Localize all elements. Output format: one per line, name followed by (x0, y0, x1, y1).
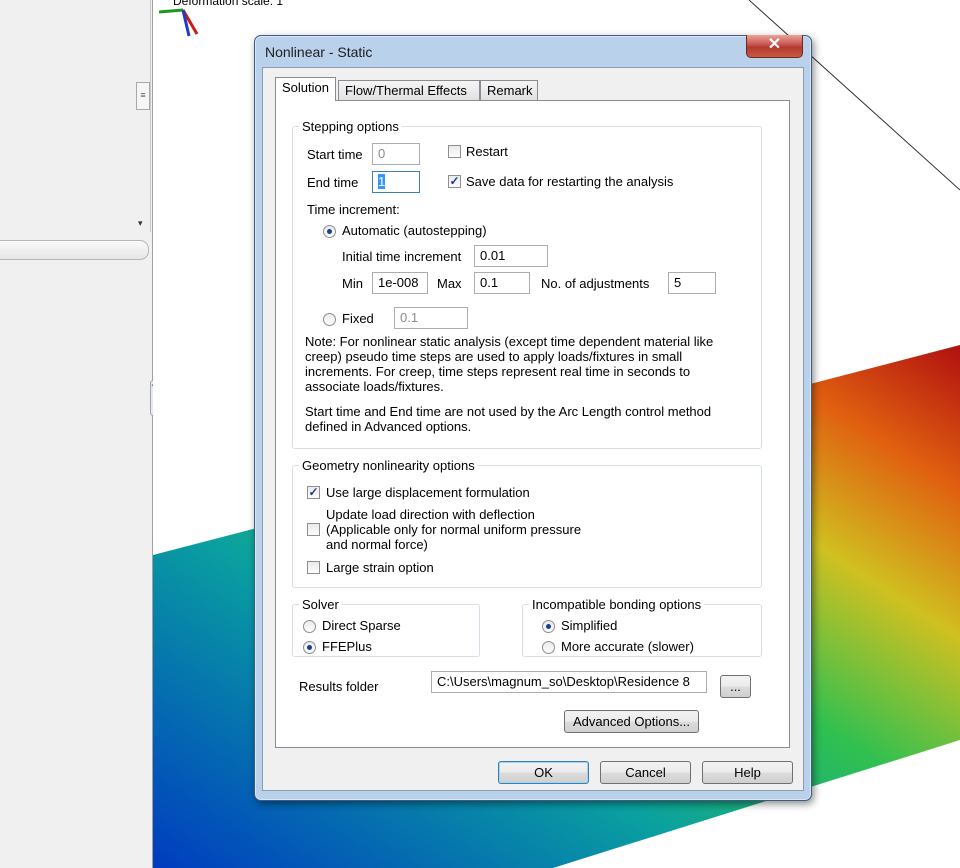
max-increment-input[interactable]: 0.1 (474, 272, 530, 294)
start-time-input[interactable]: 0 (372, 143, 420, 165)
solver-legend: Solver (302, 597, 339, 612)
help-button[interactable]: Help (702, 761, 793, 784)
more-accurate-radio[interactable] (542, 641, 555, 654)
time-increment-label: Time increment: (307, 202, 400, 217)
save-restart-data-label[interactable]: Save data for restarting the analysis (466, 174, 673, 189)
close-icon: ✕ (767, 36, 782, 53)
nonlinear-static-dialog: Nonlinear - Static ✕ Solution Flow/Therm… (254, 35, 812, 801)
simplified-radio[interactable] (542, 620, 555, 633)
initial-increment-label: Initial time increment (342, 249, 462, 264)
initial-increment-input[interactable]: 0.01 (474, 245, 548, 267)
direct-sparse-label[interactable]: Direct Sparse (322, 618, 401, 633)
update-load-line-2: (Applicable only for normal uniform pres… (326, 522, 582, 537)
tab-flow-thermal-effects[interactable]: Flow/Thermal Effects (338, 80, 480, 100)
more-accurate-label[interactable]: More accurate (slower) (561, 639, 694, 654)
browse-folder-button[interactable]: ... (720, 675, 751, 698)
restart-label[interactable]: Restart (466, 144, 508, 159)
update-load-line-3: and normal force) (326, 537, 428, 552)
close-button[interactable]: ✕ (746, 35, 803, 58)
checkmark-icon: ✓ (308, 485, 319, 499)
large-strain-label[interactable]: Large strain option (326, 560, 434, 575)
axis-triad-icon (158, 8, 199, 37)
tab-solution[interactable]: Solution (275, 77, 336, 101)
end-time-input[interactable]: 1 (372, 171, 420, 193)
grip-icon[interactable]: ≡ (136, 82, 150, 110)
panel-splitter[interactable] (0, 240, 149, 260)
update-load-direction-checkbox[interactable] (307, 523, 320, 536)
fixed-label[interactable]: Fixed (342, 311, 374, 326)
dialog-body: Solution Flow/Thermal Effects Remark Ste… (262, 67, 804, 791)
advanced-options-button[interactable]: Advanced Options... (564, 710, 699, 733)
simplified-label[interactable]: Simplified (561, 618, 617, 633)
start-time-label: Start time (307, 147, 363, 162)
end-time-value: 1 (378, 174, 386, 189)
checkmark-icon: ✓ (449, 174, 460, 188)
automatic-radio[interactable] (323, 225, 336, 238)
stepping-options-legend: Stepping options (302, 119, 399, 134)
solution-tab-page: Stepping options Start time 0 Restart En… (275, 100, 790, 748)
end-time-label: End time (307, 175, 359, 190)
adjustments-label: No. of adjustments (541, 276, 650, 291)
min-label: Min (342, 276, 363, 291)
fixed-increment-input[interactable]: 0.1 (394, 307, 468, 329)
cancel-button[interactable]: Cancel (600, 761, 691, 784)
min-increment-input[interactable]: 1e-008 (372, 272, 428, 294)
restart-checkbox[interactable] (448, 145, 461, 158)
adjustments-input[interactable]: 5 (668, 272, 716, 294)
dialog-title: Nonlinear - Static (265, 44, 373, 60)
geometry-options-legend: Geometry nonlinearity options (302, 458, 475, 473)
save-restart-data-checkbox[interactable]: ✓ (448, 175, 461, 188)
stepping-note: Note: For nonlinear static analysis (exc… (305, 334, 714, 394)
large-displacement-checkbox[interactable]: ✓ (307, 486, 320, 499)
results-folder-input[interactable]: C:\Users\magnum_so\Desktop\Residence 8 (431, 671, 707, 693)
tab-remark[interactable]: Remark (480, 80, 538, 100)
large-displacement-label[interactable]: Use large displacement formulation (326, 485, 530, 500)
update-load-direction-label[interactable]: Update load direction with deflection (A… (326, 507, 581, 552)
update-load-line-1: Update load direction with deflection (326, 507, 535, 522)
large-strain-checkbox[interactable] (307, 561, 320, 574)
ok-button[interactable]: OK (498, 761, 589, 784)
automatic-label[interactable]: Automatic (autostepping) (342, 223, 487, 238)
feature-tree-upper (0, 0, 151, 232)
ffeplus-radio[interactable] (303, 641, 316, 654)
bonding-options-legend: Incompatible bonding options (532, 597, 702, 612)
max-label: Max (437, 276, 462, 291)
results-folder-label: Results folder (299, 679, 379, 694)
scroll-down-icon[interactable]: ▾ (138, 218, 143, 229)
fixed-radio[interactable] (323, 313, 336, 326)
feature-tree-panel: ≡ ▾ (0, 0, 153, 868)
direct-sparse-radio[interactable] (303, 620, 316, 633)
ffeplus-label[interactable]: FFEPlus (322, 639, 372, 654)
arc-length-note: Start time and End time are not used by … (305, 404, 712, 434)
